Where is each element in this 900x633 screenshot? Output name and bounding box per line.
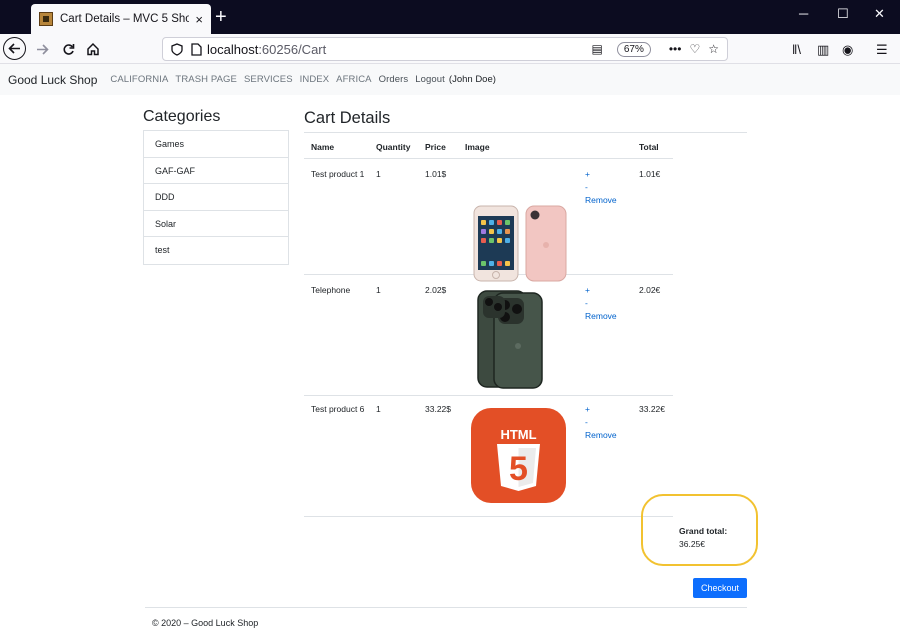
product-price: 2.02$ — [425, 285, 447, 295]
nav-link-trash-page[interactable]: TRASH PAGE — [175, 74, 237, 85]
product-quantity: 1 — [376, 169, 381, 179]
tab-title: Cart Details – MVC 5 Shopping — [60, 13, 190, 25]
table-row: Test product 6 1 33.22$ HTML 5 + - Remov… — [304, 396, 673, 517]
row-actions: + - Remove — [585, 284, 617, 323]
browser-tab[interactable]: Cart Details – MVC 5 Shopping × — [31, 4, 211, 34]
home-icon[interactable] — [81, 37, 105, 61]
product-price: 33.22$ — [425, 404, 451, 414]
tab-strip: Cart Details – MVC 5 Shopping × + ─ ☐ ✕ — [0, 0, 900, 34]
html5-logo-icon: HTML 5 — [471, 408, 566, 508]
menu-icon[interactable]: ☰ — [876, 42, 888, 58]
bookmark-star-icon[interactable]: ☆ — [708, 42, 719, 56]
row-actions: + - Remove — [585, 168, 617, 207]
table-row: Telephone 1 2.02$ + - Remove 2.02€ — [304, 275, 673, 396]
new-tab-icon[interactable]: + — [215, 6, 227, 28]
column-header-name: Name — [311, 142, 335, 152]
site-navbar: Good Luck Shop CALIFORNIA TRASH PAGE SER… — [0, 64, 900, 95]
page-info-icon[interactable] — [191, 43, 202, 56]
pocket-icon[interactable]: ♡ — [689, 42, 700, 56]
nav-link-orders[interactable]: Orders — [379, 74, 409, 85]
decrease-quantity-link[interactable]: - — [585, 182, 588, 192]
cart-table: Name Quantity Price Image Total Test pro… — [304, 133, 673, 517]
row-total: 2.02€ — [639, 285, 661, 295]
product-quantity: 1 — [376, 285, 381, 295]
minimize-icon[interactable]: ─ — [799, 6, 808, 21]
column-header-total: Total — [639, 142, 659, 152]
site-favicon-icon — [39, 12, 53, 26]
product-quantity: 1 — [376, 404, 381, 414]
column-header-quantity: Quantity — [376, 142, 411, 152]
account-icon[interactable]: ◉ — [842, 42, 853, 58]
tab-close-icon[interactable]: × — [195, 12, 203, 27]
maximize-icon[interactable]: ☐ — [837, 6, 849, 22]
increase-quantity-link[interactable]: + — [585, 284, 617, 297]
increase-quantity-link[interactable]: + — [585, 403, 617, 416]
decrease-quantity-link[interactable]: - — [585, 298, 588, 308]
footer-text: © 2020 – Good Luck Shop — [152, 618, 259, 628]
categories-heading: Categories — [143, 108, 221, 125]
reader-view-icon[interactable]: ▤ — [592, 42, 603, 56]
url-text: localhost:60256/Cart — [207, 41, 327, 57]
remove-link[interactable]: Remove — [585, 429, 617, 442]
highlight-annotation — [641, 494, 758, 566]
current-user-label: (John Doe) — [448, 74, 496, 85]
browser-toolbar: localhost:60256/Cart ▤ 67% ••• ♡ ☆ ‖\ ▥ … — [0, 34, 900, 64]
decrease-quantity-link[interactable]: - — [585, 417, 588, 427]
category-item-gaf-gaf[interactable]: GAF-GAF — [144, 158, 288, 185]
remove-link[interactable]: Remove — [585, 194, 617, 207]
shield-icon[interactable] — [171, 43, 183, 56]
nav-link-index[interactable]: INDEX — [300, 74, 330, 85]
brand-link[interactable]: Good Luck Shop — [8, 73, 97, 87]
sidebar-toggle-icon[interactable]: ▥ — [817, 42, 829, 58]
table-row: Test product 1 1 1.01$ + - Remove 1.01€ — [304, 159, 673, 282]
row-total: 33.22€ — [639, 404, 665, 414]
product-name: Telephone — [311, 285, 351, 295]
nav-link-logout[interactable]: Logout — [415, 74, 445, 85]
category-item-solar[interactable]: Solar — [144, 211, 288, 238]
reload-icon[interactable] — [56, 37, 80, 61]
column-header-price: Price — [425, 142, 446, 152]
category-item-games[interactable]: Games — [144, 131, 288, 158]
checkout-button[interactable]: Checkout — [693, 578, 747, 598]
address-bar[interactable]: localhost:60256/Cart ▤ 67% ••• ♡ ☆ — [162, 37, 728, 61]
page-title: Cart Details — [304, 109, 391, 127]
svg-text:5: 5 — [509, 450, 528, 488]
library-icon[interactable]: ‖\ — [792, 42, 801, 57]
category-list: Games GAF-GAF DDD Solar test — [143, 130, 289, 265]
column-header-image: Image — [465, 142, 490, 152]
window-close-icon[interactable]: ✕ — [874, 6, 885, 22]
nav-link-california[interactable]: CALIFORNIA — [110, 74, 168, 85]
table-header-row: Name Quantity Price Image Total — [304, 133, 673, 159]
more-actions-icon[interactable]: ••• — [669, 42, 682, 56]
product-price: 1.01$ — [425, 169, 447, 179]
product-name: Test product 6 — [311, 404, 365, 414]
remove-link[interactable]: Remove — [585, 310, 617, 323]
svg-text:HTML: HTML — [500, 427, 536, 442]
footer-divider — [145, 607, 747, 608]
zoom-level-badge[interactable]: 67% — [616, 41, 651, 57]
row-actions: + - Remove — [585, 403, 617, 442]
forward-arrow-icon[interactable] — [30, 37, 54, 61]
product-name: Test product 1 — [311, 169, 365, 179]
category-item-ddd[interactable]: DDD — [144, 184, 288, 211]
green-smartphone-icon — [477, 290, 544, 394]
row-total: 1.01€ — [639, 169, 661, 179]
category-item-test[interactable]: test — [144, 237, 288, 264]
nav-link-africa[interactable]: AFRICA — [336, 74, 371, 85]
increase-quantity-link[interactable]: + — [585, 168, 617, 181]
nav-link-services[interactable]: SERVICES — [244, 74, 293, 85]
back-arrow-icon[interactable] — [3, 37, 26, 60]
